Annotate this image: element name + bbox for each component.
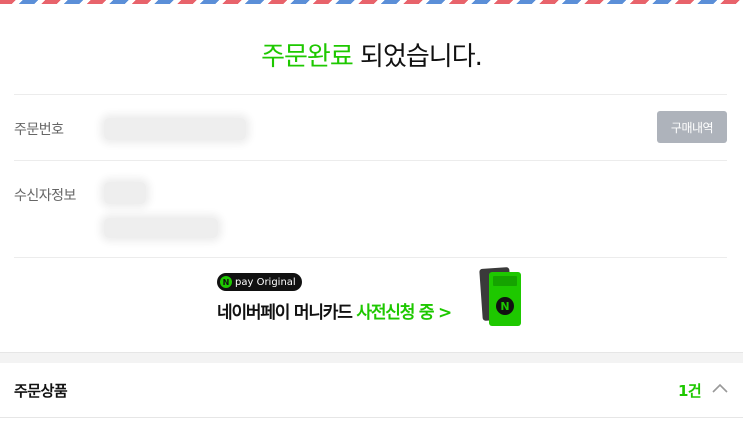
order-number-value-blurred xyxy=(104,118,246,140)
section-separator xyxy=(0,352,743,363)
recipient-phone-blurred xyxy=(104,218,218,238)
divider xyxy=(14,94,727,95)
promo-text: 네이버페이 머니카드 사전신청 중 > xyxy=(217,298,452,323)
airmail-border xyxy=(0,0,743,4)
divider xyxy=(14,160,727,161)
order-items-title: 주문상품 xyxy=(14,382,68,400)
purchase-history-button[interactable]: 구매내역 xyxy=(657,111,727,143)
money-card-icon: N xyxy=(479,267,521,326)
npay-badge-label: pay Original xyxy=(235,276,296,288)
chevron-up-icon[interactable] xyxy=(711,381,729,395)
page-title: 주문완료 되었습니다. xyxy=(0,36,743,73)
title-highlight: 주문완료 xyxy=(261,42,354,72)
order-number-label: 주문번호 xyxy=(14,122,64,138)
naver-n-icon: N xyxy=(220,276,232,288)
money-card-promo-banner[interactable]: N pay Original 네이버페이 머니카드 사전신청 중 > N xyxy=(217,266,527,332)
promo-text-main: 네이버페이 머니카드 xyxy=(217,303,357,323)
order-items-count: 1건 xyxy=(678,382,702,400)
recipient-name-blurred xyxy=(104,182,146,204)
promo-text-highlight: 사전신청 중 > xyxy=(356,303,452,323)
card-n-letter: N xyxy=(500,300,509,313)
recipient-info-label: 수신자정보 xyxy=(14,188,76,204)
divider xyxy=(14,257,727,258)
npay-original-badge: N pay Original xyxy=(217,273,302,291)
title-rest: 되었습니다. xyxy=(352,42,483,72)
divider xyxy=(0,417,743,418)
